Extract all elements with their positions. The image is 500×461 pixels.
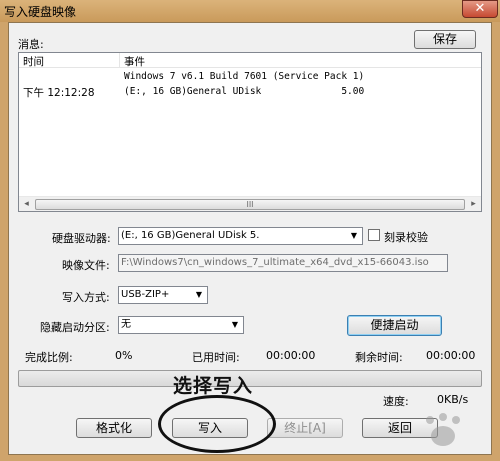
column-divider[interactable]	[119, 53, 120, 68]
speed-value: 0KB/s	[437, 393, 469, 406]
drive-select[interactable]: (E:, 16 GB)General UDisk 5. ▼	[118, 227, 363, 245]
quick-boot-button[interactable]: 便捷启动	[347, 315, 442, 336]
scroll-right-icon[interactable]: ▸	[466, 197, 481, 212]
elapsed-value: 00:00:00	[266, 349, 316, 362]
elapsed-label: 已用时间:	[192, 351, 240, 364]
complete-label: 完成比例:	[25, 351, 73, 364]
remaining-label: 剩余时间:	[355, 351, 403, 364]
column-header-event[interactable]: 事件	[124, 54, 145, 69]
messages-label: 消息:	[18, 38, 44, 51]
speed-label: 速度:	[383, 395, 409, 408]
row-event: (E:, 16 GB)General UDisk 5.00	[124, 86, 365, 97]
drive-select-value: (E:, 16 GB)General UDisk 5.	[121, 230, 260, 241]
hidden-partition-select[interactable]: 无 ▼	[118, 316, 244, 334]
write-method-label: 写入方式:	[62, 291, 110, 304]
window-title: 写入硬盘映像	[4, 5, 77, 19]
scroll-left-icon[interactable]: ◂	[19, 197, 34, 212]
abort-button[interactable]: 终止[A]	[267, 418, 343, 438]
annotation-caption: 选择写入	[173, 375, 254, 397]
column-header-time[interactable]: 时间	[23, 54, 44, 69]
remaining-value: 00:00:00	[426, 349, 476, 362]
list-item[interactable]: 下午 12:12:28 (E:, 16 GB)General UDisk 5.0…	[19, 85, 481, 99]
save-button[interactable]: 保存	[414, 30, 476, 49]
row-event: Windows 7 v6.1 Build 7601 (Service Pack …	[124, 71, 365, 82]
image-file-label: 映像文件:	[62, 259, 110, 272]
verify-label: 刻录校验	[384, 231, 428, 244]
image-file-field[interactable]: F:\Windows7\cn_windows_7_ultimate_x64_dv…	[118, 254, 448, 272]
row-time: 下午 12:12:28	[23, 87, 95, 99]
horizontal-scrollbar[interactable]: ◂ III ▸	[19, 196, 481, 211]
format-button[interactable]: 格式化	[76, 418, 152, 438]
list-header: 时间 事件	[19, 53, 481, 68]
title-bar[interactable]: 写入硬盘映像 ✕	[0, 0, 500, 22]
chevron-down-icon[interactable]: ▼	[347, 229, 361, 243]
chevron-down-icon[interactable]: ▼	[192, 288, 206, 302]
scroll-thumb[interactable]: III	[35, 199, 465, 210]
list-item[interactable]: Windows 7 v6.1 Build 7601 (Service Pack …	[19, 70, 481, 84]
hidden-partition-value: 无	[121, 319, 131, 330]
hidden-partition-label: 隐藏启动分区:	[40, 321, 110, 334]
close-button[interactable]: ✕	[462, 0, 498, 18]
write-method-value: USB-ZIP+	[121, 289, 170, 300]
drive-label: 硬盘驱动器:	[52, 232, 111, 245]
chevron-down-icon[interactable]: ▼	[228, 318, 242, 332]
annotation-oval	[158, 395, 276, 453]
verify-checkbox[interactable]	[368, 229, 380, 241]
write-method-select[interactable]: USB-ZIP+ ▼	[118, 286, 208, 304]
watermark-logo	[426, 413, 460, 446]
complete-value: 0%	[115, 349, 133, 362]
message-list[interactable]: 时间 事件 Windows 7 v6.1 Build 7601 (Service…	[18, 52, 482, 212]
